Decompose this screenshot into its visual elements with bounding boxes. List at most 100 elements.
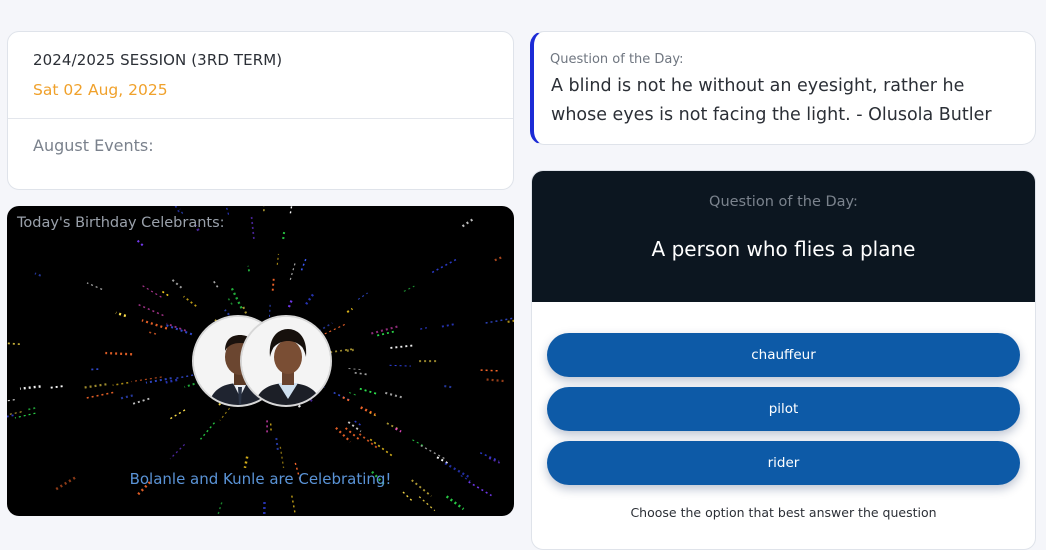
- quiz-header: Question of the Day: A person who flies …: [532, 171, 1035, 302]
- firework-streak: [290, 206, 291, 213]
- firework-streak: [220, 404, 233, 420]
- firework-streak: [162, 291, 168, 295]
- firework-streak: [276, 438, 278, 450]
- firework-streak: [83, 384, 106, 387]
- firework-streak: [217, 502, 222, 516]
- firework-streak: [113, 383, 129, 386]
- firework-streak: [349, 393, 358, 396]
- firework-streak: [302, 258, 307, 270]
- celebration-message: Bolanle and Kunle are Celebrating!: [7, 470, 514, 488]
- firework-streak: [20, 386, 41, 388]
- firework-streak: [264, 502, 265, 516]
- firework-streak: [447, 496, 464, 509]
- option-button-pilot[interactable]: pilot: [547, 387, 1020, 431]
- firework-streak: [116, 313, 126, 316]
- firework-streak: [306, 294, 313, 304]
- firework-streak: [7, 342, 20, 344]
- firework-streak: [85, 393, 113, 399]
- session-date: Sat 02 Aug, 2025: [33, 81, 168, 99]
- firework-streak: [166, 380, 178, 383]
- firework-streak: [138, 305, 163, 316]
- firework-streak: [172, 280, 181, 288]
- celebrant-avatar: [240, 315, 332, 407]
- firework-streak: [280, 447, 283, 468]
- firework-streak: [213, 280, 218, 287]
- option-button-rider[interactable]: rider: [547, 441, 1020, 485]
- session-card: 2024/2025 SESSION (3RD TERM) Sat 02 Aug,…: [7, 31, 514, 190]
- firework-streak: [349, 369, 363, 370]
- firework-streak: [167, 325, 192, 334]
- firework-streak: [7, 400, 15, 404]
- firework-streak: [390, 345, 415, 348]
- firework-streak: [170, 444, 184, 458]
- firework-streak: [7, 415, 14, 421]
- events-label: August Events:: [33, 136, 154, 155]
- quote-card: Question of the Day: A blind is not he w…: [530, 31, 1036, 145]
- firework-streak: [89, 369, 98, 370]
- firework-streak: [370, 439, 392, 456]
- firework-streak: [105, 353, 132, 354]
- firework-streak: [245, 457, 247, 468]
- quiz-label: Question of the Day:: [532, 194, 1035, 210]
- firework-streak: [120, 395, 132, 398]
- session-title: 2024/2025 SESSION (3RD TERM): [33, 51, 282, 69]
- firework-streak: [480, 453, 499, 461]
- firework-streak: [87, 283, 102, 290]
- quiz-instruction: Choose the option that best answer the q…: [532, 505, 1035, 520]
- firework-streak: [142, 320, 167, 328]
- firework-streak: [495, 257, 502, 260]
- firework-streak: [347, 309, 352, 312]
- firework-streak: [432, 260, 456, 273]
- firework-streak: [487, 380, 504, 382]
- option-button-chauffeur[interactable]: chauffeur: [547, 333, 1020, 377]
- firework-streak: [201, 423, 215, 440]
- firework-streak: [481, 370, 499, 371]
- firework-streak: [289, 300, 292, 307]
- firework-streak: [248, 266, 249, 271]
- firework-streak: [508, 320, 514, 322]
- firework-streak: [292, 496, 295, 513]
- firework-streak: [420, 328, 427, 329]
- firework-streak: [403, 492, 413, 501]
- firework-streak: [346, 428, 359, 439]
- firework-streak: [385, 393, 402, 398]
- firework-streak: [147, 332, 157, 334]
- firework-streak: [166, 206, 179, 212]
- firework-streak: [463, 218, 475, 226]
- firework-streak: [226, 206, 229, 215]
- firework-streak: [396, 429, 402, 432]
- quote-text: A blind is not he without an eyesight, r…: [551, 72, 1021, 130]
- firework-streak: [146, 378, 172, 383]
- birthday-card: Today's Birthday Celebrants: Bolanle and…: [7, 206, 514, 516]
- firework-streak: [412, 440, 424, 447]
- firework-streak: [486, 318, 514, 323]
- birthday-label: Today's Birthday Celebrants:: [17, 215, 225, 231]
- firework-streak: [180, 209, 183, 214]
- firework-streak: [273, 279, 274, 291]
- firework-streak: [390, 365, 411, 366]
- firework-streak: [355, 373, 368, 375]
- firework-streak: [184, 296, 197, 306]
- quote-label: Question of the Day:: [550, 52, 684, 67]
- firework-streak: [360, 389, 378, 394]
- firework-streak: [131, 399, 150, 405]
- firework-streak: [419, 497, 435, 511]
- firework-streak: [141, 285, 162, 298]
- firework-streak: [334, 393, 350, 401]
- quiz-card: Question of the Day: A person who flies …: [531, 170, 1036, 550]
- firework-streak: [444, 386, 454, 387]
- firework-streak: [404, 286, 415, 291]
- firework-streak: [132, 377, 162, 382]
- firework-streak: [361, 407, 376, 414]
- firework-streak: [277, 254, 278, 265]
- firework-streak: [251, 214, 254, 239]
- firework-streak: [7, 412, 22, 417]
- divider: [8, 118, 513, 119]
- firework-streak: [227, 297, 232, 305]
- firework-streak: [421, 446, 447, 460]
- quiz-question: A person who flies a plane: [532, 237, 1035, 261]
- firework-streak: [359, 434, 379, 449]
- firework-streak: [15, 413, 36, 418]
- firework-streak: [168, 410, 185, 420]
- firework-streak: [371, 326, 399, 333]
